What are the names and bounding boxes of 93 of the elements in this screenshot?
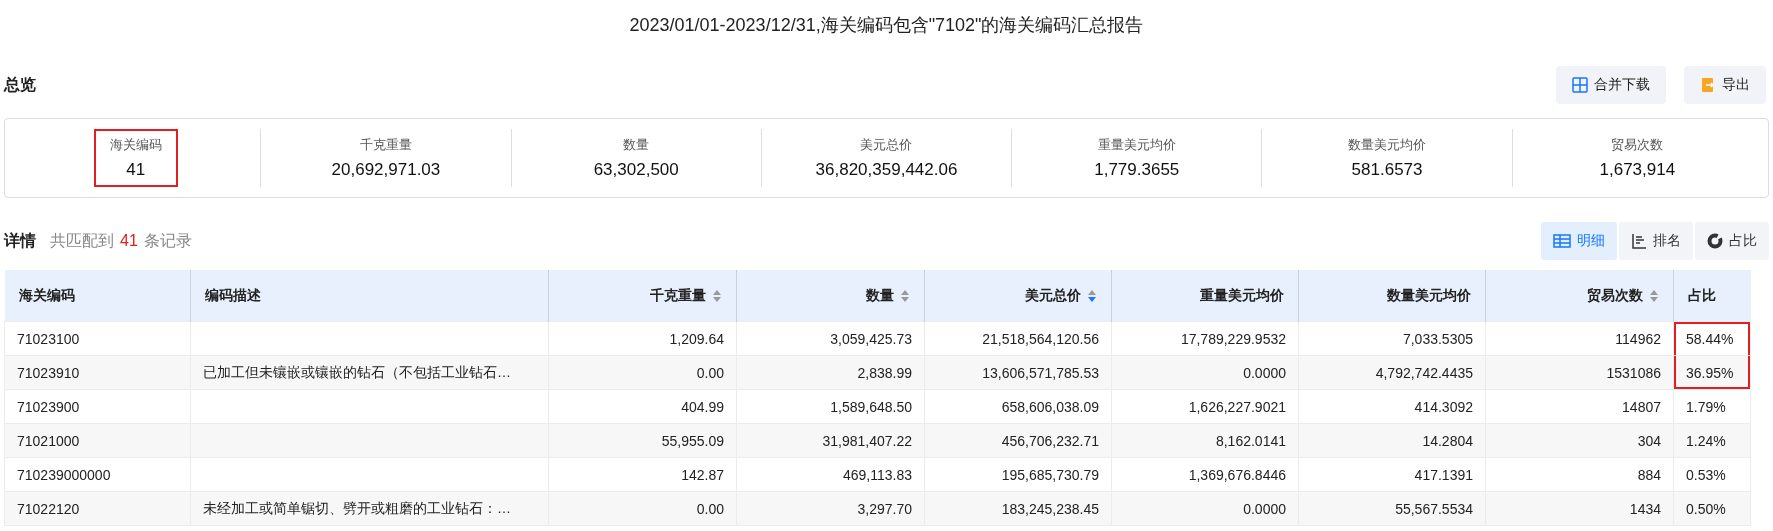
table-cell: 0.50% bbox=[1673, 491, 1751, 526]
table-cell: 已加工但未镶嵌或镶嵌的钻石（不包括工业钻石… bbox=[190, 355, 549, 390]
stat-label: 数量 bbox=[623, 136, 650, 154]
grid-icon bbox=[1572, 77, 1588, 93]
table-cell: 0.0000 bbox=[1111, 355, 1299, 390]
document-icon bbox=[1700, 77, 1716, 93]
table-cell: 1,589,648.50 bbox=[736, 389, 925, 424]
table-cell: 1.24% bbox=[1673, 423, 1751, 458]
column-header[interactable]: 数量 bbox=[736, 270, 925, 322]
report-title: 2023/01/01-2023/12/31,海关编码包含"7102"的海关编码汇总报告 bbox=[628, 14, 1145, 37]
stat-label: 美元总价 bbox=[860, 136, 913, 154]
table-cell: 114962 bbox=[1485, 321, 1674, 356]
table-cell: 71023910 bbox=[4, 355, 191, 390]
column-header[interactable]: 千克重量 bbox=[548, 270, 737, 322]
table-cell: 31,981,407.22 bbox=[736, 423, 925, 458]
stat-label: 重量美元均价 bbox=[1097, 136, 1176, 154]
column-header: 海关编码 bbox=[4, 270, 191, 322]
download-button[interactable]: 合并下载 bbox=[1556, 66, 1666, 104]
table-cell: 0.53% bbox=[1673, 457, 1751, 492]
table-cell: 未经加工或简单锯切、劈开或粗磨的工业钻石：… bbox=[190, 491, 549, 526]
table-cell: 1.79% bbox=[1673, 389, 1751, 424]
column-header: 占比 bbox=[1673, 270, 1751, 322]
table-cell: 417.1391 bbox=[1298, 457, 1486, 492]
table-cell: 13,606,571,785.53 bbox=[924, 355, 1112, 390]
table-cell: 0.00 bbox=[548, 491, 737, 526]
view-tab[interactable]: 排名 bbox=[1619, 222, 1693, 260]
table-cell: 71021000 bbox=[4, 423, 191, 458]
column-header: 重量美元均价 bbox=[1111, 270, 1299, 322]
export-button[interactable]: 导出 bbox=[1684, 66, 1766, 104]
sort-icon[interactable] bbox=[712, 288, 722, 303]
table-cell: 195,685,730.79 bbox=[924, 457, 1112, 492]
table-cell: 55,955.09 bbox=[548, 423, 737, 458]
table-cell: 36.95% bbox=[1673, 355, 1751, 390]
table-cell: 58.44% bbox=[1673, 321, 1751, 356]
table-cell: 1,626,227.9021 bbox=[1111, 389, 1299, 424]
table-cell: 71023900 bbox=[4, 389, 191, 424]
table-cell: 7,033.5305 bbox=[1298, 321, 1486, 356]
table-cell: 8,162.0141 bbox=[1111, 423, 1299, 458]
stat-value: 41 bbox=[126, 160, 146, 180]
section-heading: 详情 bbox=[4, 230, 36, 251]
table-cell: 17,789,229.9532 bbox=[1111, 321, 1299, 356]
table-cell: 1,369,676.8446 bbox=[1111, 457, 1299, 492]
table-cell: 4,792,742.4435 bbox=[1298, 355, 1486, 390]
section-heading: 总览 bbox=[4, 74, 36, 95]
table-cell: 0.0000 bbox=[1111, 491, 1299, 526]
sort-icon[interactable] bbox=[1649, 288, 1659, 303]
table-cell: 414.3092 bbox=[1298, 389, 1486, 424]
table-cell: 14807 bbox=[1485, 389, 1674, 424]
stat-value: 581.6573 bbox=[1351, 160, 1423, 180]
stat-value: 1,779.3655 bbox=[1094, 160, 1180, 180]
stat-value: 36,820,359,442.06 bbox=[815, 160, 958, 180]
view-tab[interactable]: 占比 bbox=[1695, 222, 1769, 260]
column-header[interactable]: 美元总价 bbox=[924, 270, 1112, 322]
sort-icon[interactable] bbox=[1087, 288, 1097, 303]
bar-list-icon bbox=[1631, 233, 1647, 249]
table-cell: 71023100 bbox=[4, 321, 191, 356]
table-cell: 456,706,232.71 bbox=[924, 423, 1112, 458]
stat-label: 千克重量 bbox=[359, 136, 412, 154]
table-cell: 0.00 bbox=[548, 355, 737, 390]
table-cell: 14.2804 bbox=[1298, 423, 1486, 458]
stat-value: 63,302,500 bbox=[593, 160, 679, 180]
table-cell: 658,606,038.09 bbox=[924, 389, 1112, 424]
column-header: 数量美元均价 bbox=[1298, 270, 1486, 322]
table-cell: 55,567.5534 bbox=[1298, 491, 1486, 526]
table-cell: 1434 bbox=[1485, 491, 1674, 526]
table-cell: 2,838.99 bbox=[736, 355, 925, 390]
view-tab[interactable]: 明细 bbox=[1541, 222, 1617, 260]
summary-text: 条记录 bbox=[143, 230, 192, 251]
record-count: 41 bbox=[120, 232, 138, 250]
summary-text: 共匹配到 bbox=[50, 230, 114, 251]
donut-icon bbox=[1707, 233, 1723, 249]
table-cell: 304 bbox=[1485, 423, 1674, 458]
table-icon bbox=[1553, 234, 1571, 248]
column-header[interactable]: 贸易次数 bbox=[1485, 270, 1674, 322]
table-cell: 710239000000 bbox=[4, 457, 191, 492]
stat-label: 海关编码 bbox=[109, 136, 162, 154]
table-cell: 183,245,238.45 bbox=[924, 491, 1112, 526]
stat-value: 20,692,971.03 bbox=[331, 160, 441, 180]
table-cell: 404.99 bbox=[548, 389, 737, 424]
table-cell: 1,209.64 bbox=[548, 321, 737, 356]
table-cell: 3,059,425.73 bbox=[736, 321, 925, 356]
table-cell: 884 bbox=[1485, 457, 1674, 492]
stat-label: 数量美元均价 bbox=[1348, 136, 1427, 154]
stat-value: 1,673,914 bbox=[1599, 160, 1676, 180]
table-cell: 142.87 bbox=[548, 457, 737, 492]
table-cell: 3,297.70 bbox=[736, 491, 925, 526]
column-header: 编码描述 bbox=[190, 270, 549, 322]
table-cell: 469,113.83 bbox=[736, 457, 925, 492]
table-cell: 71022120 bbox=[4, 491, 191, 526]
stat-label: 贸易次数 bbox=[1611, 136, 1664, 154]
table-cell: 1531086 bbox=[1485, 355, 1674, 390]
sort-icon[interactable] bbox=[900, 288, 910, 303]
table-cell: 21,518,564,120.56 bbox=[924, 321, 1112, 356]
